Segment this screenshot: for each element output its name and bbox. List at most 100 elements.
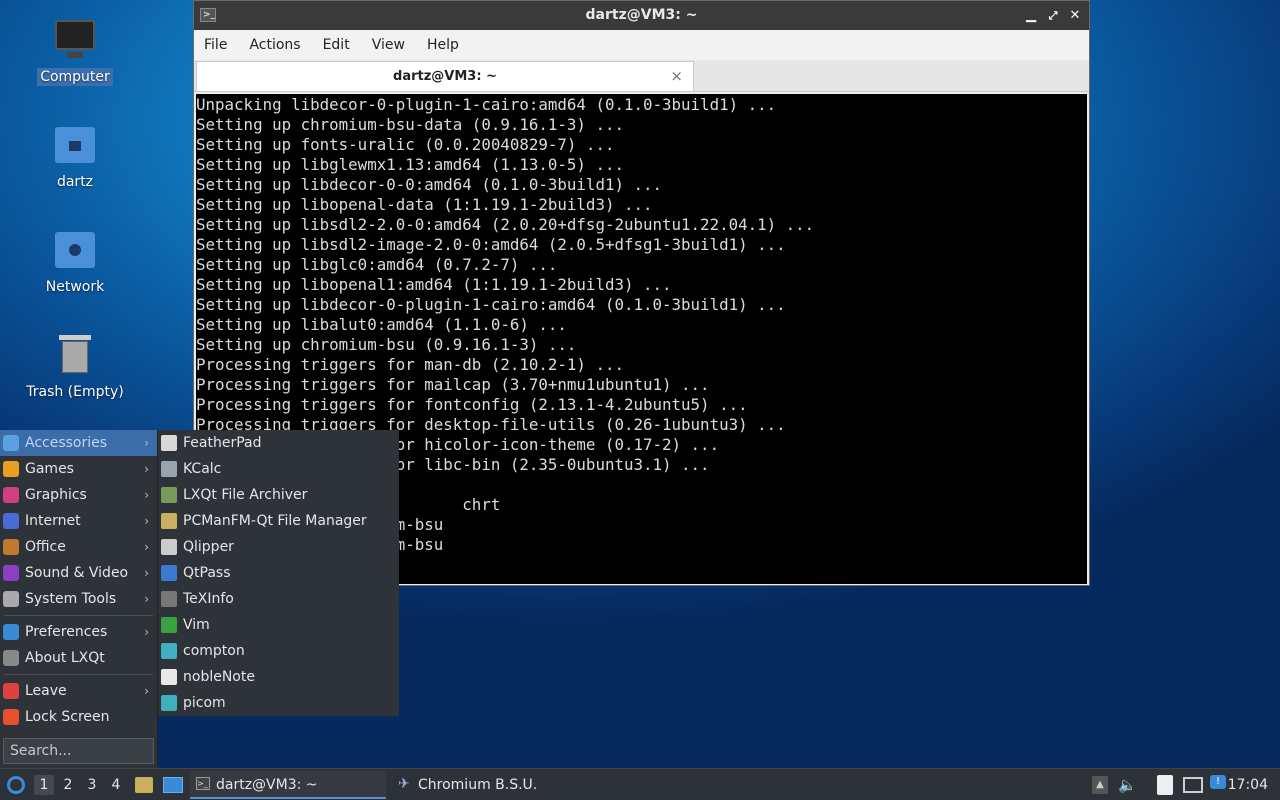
menu-search-input[interactable]: Search... — [3, 738, 154, 764]
menu-item-sound-video[interactable]: Sound & Video › — [0, 560, 157, 586]
home-folder-icon — [53, 123, 97, 167]
vim-icon — [161, 617, 177, 633]
maximize-icon[interactable]: ⤢ — [1043, 1, 1063, 30]
featherpad-icon — [161, 435, 177, 451]
desktop-switch-2[interactable]: 2 — [58, 775, 78, 795]
show-desktop-icon[interactable] — [163, 777, 183, 793]
terminal-line: Setting up libglc0:amd64 (0.7.2-7) ... — [196, 255, 558, 274]
task-label: Chromium B.S.U. — [418, 777, 538, 793]
file-manager-launcher-icon[interactable] — [135, 777, 153, 793]
clock[interactable]: 17:04 — [1228, 769, 1268, 800]
terminal-line: Setting up chromium-bsu-data (0.9.16.1-3… — [196, 115, 624, 134]
minimize-icon[interactable]: ▁ — [1021, 1, 1041, 30]
menu-item-vim[interactable]: Vim — [158, 612, 399, 638]
internet-icon — [3, 513, 19, 529]
terminal-tab[interactable]: dartz@VM3: ~ × — [196, 61, 694, 91]
desktop-switch-1[interactable]: 1 — [34, 775, 54, 795]
menu-item-texinfo[interactable]: TeXInfo — [158, 586, 399, 612]
menu-item-lock-screen[interactable]: Lock Screen — [0, 704, 157, 730]
menu-item-picom[interactable]: picom — [158, 690, 399, 716]
menu-item-label: Accessories — [25, 435, 108, 451]
terminal-line: Unpacking libdecor-0-plugin-1-cairo:amd6… — [196, 95, 777, 114]
terminal-icon: >_ — [200, 8, 216, 22]
menu-item-about-lxqt[interactable]: About LXQt — [0, 645, 157, 671]
menu-separator — [4, 674, 153, 675]
menu-item-leave[interactable]: Leave › — [0, 678, 157, 704]
terminal-line: Setting up libsdl2-2.0-0:amd64 (2.0.20+d… — [196, 215, 815, 234]
terminal-line: Processing triggers for fontconfig (2.13… — [196, 395, 748, 414]
menu-view[interactable]: View — [372, 37, 405, 53]
sound-video-icon — [3, 565, 19, 581]
task-chromium-bsu[interactable]: ✈ Chromium B.S.U. — [392, 771, 592, 799]
tab-title: dartz@VM3: ~ — [393, 69, 497, 84]
desktop-icon-computer[interactable]: Computer — [20, 18, 130, 86]
menu-item-label: LXQt File Archiver — [183, 487, 308, 503]
picom-icon — [161, 695, 177, 711]
menu-item-label: TeXInfo — [183, 591, 234, 607]
menu-item-label: Vim — [183, 617, 210, 633]
close-icon[interactable]: ✕ — [1065, 1, 1085, 30]
menu-item-qtpass[interactable]: QtPass — [158, 560, 399, 586]
menu-item-label: KCalc — [183, 461, 222, 477]
kcalc-icon — [161, 461, 177, 477]
leave-icon — [3, 683, 19, 699]
menu-edit[interactable]: Edit — [323, 37, 350, 53]
chromium-bsu-icon: ✈ — [398, 776, 410, 792]
desktop-icon-home[interactable]: dartz — [20, 123, 130, 191]
menu-item-preferences[interactable]: Preferences › — [0, 619, 157, 645]
desktop-icon-network[interactable]: Network — [20, 228, 130, 296]
window-titlebar[interactable]: >_ dartz@VM3: ~ ▁ ⤢ ✕ — [194, 1, 1089, 30]
menu-item-games[interactable]: Games › — [0, 456, 157, 482]
terminal-line: Setting up fonts-uralic (0.0.20040829-7)… — [196, 135, 615, 154]
noblenote-icon — [161, 669, 177, 685]
menu-item-featherpad[interactable]: FeatherPad — [158, 430, 399, 456]
lock-icon — [3, 709, 19, 725]
tray-up-arrow-icon[interactable]: ▲ — [1092, 776, 1108, 794]
menu-item-graphics[interactable]: Graphics › — [0, 482, 157, 508]
menu-item-accessories[interactable]: Accessories › — [0, 430, 157, 456]
office-icon — [3, 539, 19, 555]
menu-help[interactable]: Help — [427, 37, 459, 53]
desktop-icon-label: Computer — [37, 68, 113, 86]
terminal-line: Setting up libglewmx1.13:amd64 (1.13.0-5… — [196, 155, 624, 174]
menu-file[interactable]: File — [204, 37, 227, 53]
update-notifier-icon[interactable]: ! — [1210, 775, 1226, 789]
chevron-right-icon: › — [144, 488, 149, 502]
menu-item-lxqt-file-archiver[interactable]: LXQt File Archiver — [158, 482, 399, 508]
chevron-right-icon: › — [144, 514, 149, 528]
menu-item-label: picom — [183, 695, 226, 711]
menu-item-label: About LXQt — [25, 650, 105, 666]
menu-actions[interactable]: Actions — [249, 37, 300, 53]
window-title: dartz@VM3: ~ — [585, 7, 698, 23]
menu-item-label: PCManFM-Qt File Manager — [183, 513, 367, 529]
terminal-line: Setting up libopenal-data (1:1.19.1-2bui… — [196, 195, 653, 214]
menu-item-kcalc[interactable]: KCalc — [158, 456, 399, 482]
terminal-line: Processing triggers for man-db (2.10.2-1… — [196, 355, 624, 374]
volume-icon[interactable]: 🔈 — [1118, 775, 1138, 795]
start-menu-button[interactable] — [4, 769, 30, 800]
task-terminal[interactable]: >_ dartz@VM3: ~ — [190, 771, 386, 799]
menu-item-office[interactable]: Office › — [0, 534, 157, 560]
chevron-right-icon: › — [144, 540, 149, 554]
menu-item-noblenote[interactable]: nobleNote — [158, 664, 399, 690]
network-tray-icon[interactable] — [1183, 777, 1203, 793]
menu-item-label: compton — [183, 643, 245, 659]
desktop-icon-label: Network — [45, 279, 105, 295]
menu-item-compton[interactable]: compton — [158, 638, 399, 664]
menu-item-pcmanfm-qt-file-manager[interactable]: PCManFM-Qt File Manager — [158, 508, 399, 534]
terminal-line: Setting up libopenal1:amd64 (1:1.19.1-2b… — [196, 275, 672, 294]
system-tools-icon — [3, 591, 19, 607]
menu-item-system-tools[interactable]: System Tools › — [0, 586, 157, 612]
accessories-icon — [3, 435, 19, 451]
terminal-line: Setting up libsdl2-image-2.0-0:amd64 (2.… — [196, 235, 786, 254]
menu-item-internet[interactable]: Internet › — [0, 508, 157, 534]
preferences-icon — [3, 624, 19, 640]
desktop-switch-3[interactable]: 3 — [82, 775, 102, 795]
menu-item-qlipper[interactable]: Qlipper — [158, 534, 399, 560]
tab-close-icon[interactable]: × — [670, 62, 683, 91]
desktop-switch-4[interactable]: 4 — [106, 775, 126, 795]
clipboard-icon[interactable] — [1157, 775, 1173, 795]
desktop-icon-trash[interactable]: Trash (Empty) — [20, 333, 130, 401]
qlipper-icon — [161, 539, 177, 555]
archiver-icon — [161, 487, 177, 503]
